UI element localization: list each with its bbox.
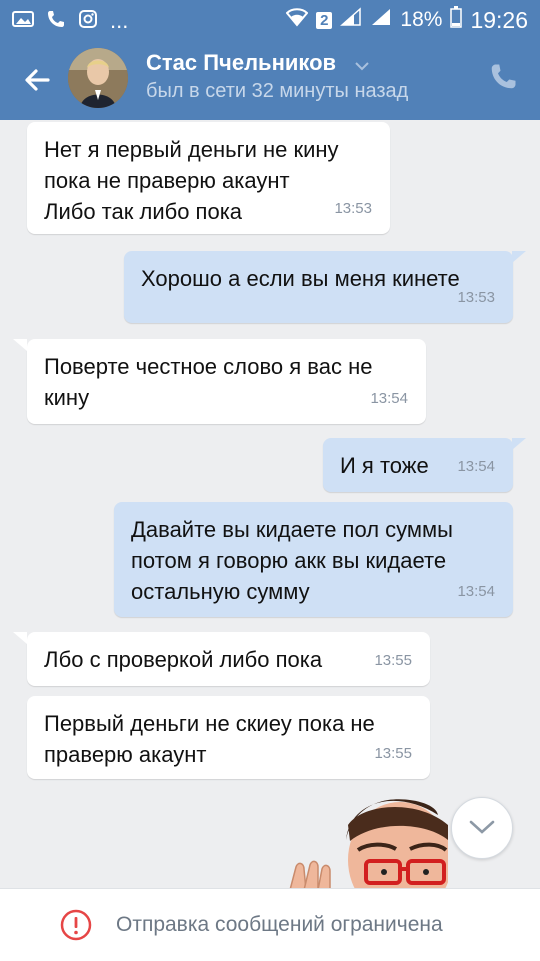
message-text: И я тоже [340,453,429,478]
chat-header: Стас Пчельников был в сети 32 минуты наз… [0,38,540,120]
bubble-tail [13,632,27,644]
bubble-tail [512,251,526,263]
bubble-tail [512,438,526,450]
chevron-down-icon [468,818,496,841]
battery-level: 18% [400,8,443,31]
clock: 19:26 [470,6,528,33]
phone-call-icon[interactable] [488,62,518,92]
wifi-icon [285,7,309,33]
message-list[interactable]: Нет я первый деньги не кину пока не прав… [0,120,540,888]
message-text: Первый деньги не скиеу пока не праверю а… [44,711,375,767]
message-incoming[interactable]: Лбо с проверкой либо пока 13:55 [27,632,430,686]
contact-avatar[interactable] [68,48,128,108]
top-bar: ... 2 18% 19:26 Стас Пчельников был в се… [0,0,540,120]
message-time: 13:53 [334,200,372,217]
composer-bar: Отправка сообщений ограничена [0,888,540,961]
message-time: 13:54 [370,390,408,407]
instagram-icon [78,9,98,34]
status-bar: ... 2 18% 19:26 [0,0,540,38]
messaging-restricted-notice: Отправка сообщений ограничена [116,913,443,936]
message-incoming[interactable]: Поверте честное слово я вас не кину 13:5… [27,339,426,424]
message-outgoing[interactable]: И я тоже 13:54 [323,438,513,492]
bubble-tail [13,339,27,351]
contact-name[interactable]: Стас Пчельников [146,50,336,76]
message-text: Нет я первый деньги не кину пока не прав… [44,137,339,224]
message-text: Поверте честное слово я вас не кину [44,354,373,410]
signal-icon-2 [370,7,392,33]
message-time: 13:53 [457,289,495,306]
message-text: Давайте вы кидаете пол суммы потом я гов… [131,517,453,604]
more-notifications: ... [110,8,129,33]
message-time: 13:54 [457,583,495,600]
last-seen-status: был в сети 32 минуты назад [146,80,409,102]
signal-icon [340,7,362,33]
message-outgoing[interactable]: Хорошо а если вы меня кинете 13:53 [124,251,513,323]
back-arrow-icon[interactable] [18,60,58,100]
sticker-image[interactable] [288,795,448,890]
chevron-down-icon[interactable] [354,58,370,76]
message-time: 13:54 [457,458,495,475]
sim-icon: 2 [316,11,333,29]
message-incoming[interactable]: Первый деньги не скиеу пока не праверю а… [27,696,430,779]
missed-call-icon [46,9,66,34]
warning-icon [60,909,92,941]
message-time: 13:55 [374,745,412,762]
gallery-notification-icon [12,10,34,33]
message-time: 13:55 [374,652,412,669]
message-text: Лбо с проверкой либо пока [44,647,323,672]
battery-icon [450,6,463,34]
message-text: Хорошо а если вы меня кинете [141,266,460,291]
message-incoming[interactable]: Нет я первый деньги не кину пока не прав… [27,122,390,234]
scroll-down-button[interactable] [451,797,513,859]
message-outgoing[interactable]: Давайте вы кидаете пол суммы потом я гов… [114,502,513,617]
